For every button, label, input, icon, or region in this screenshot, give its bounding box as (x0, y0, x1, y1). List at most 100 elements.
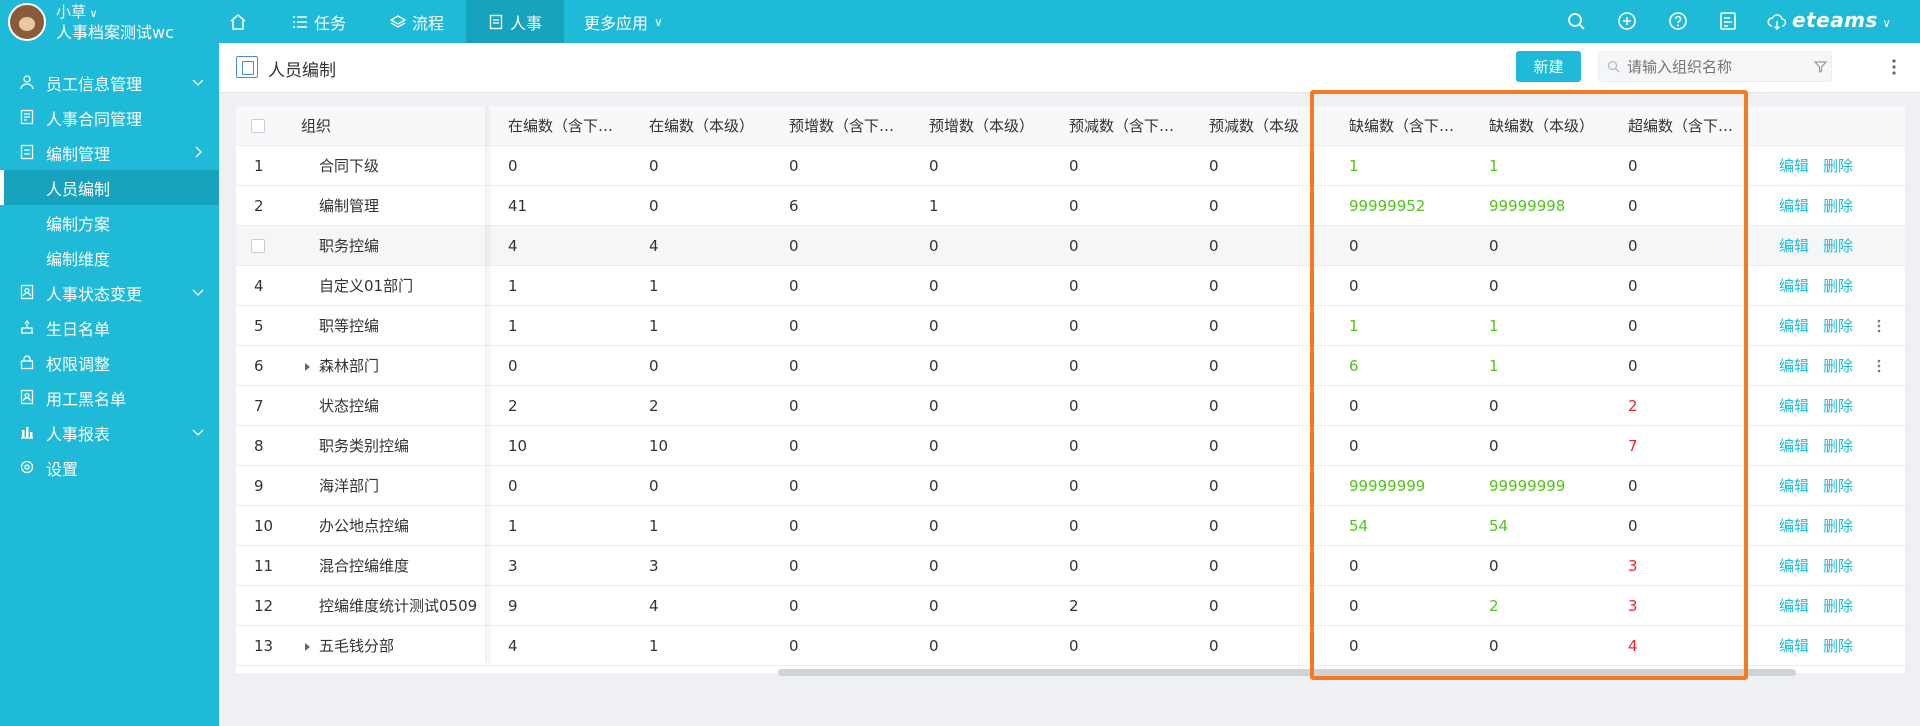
column-header[interactable]: 组织 (301, 106, 476, 146)
cloud-icon[interactable] (1766, 10, 1788, 32)
delete-link[interactable]: 删除 (1823, 586, 1859, 626)
value-cell: 0 (1209, 357, 1219, 375)
sidebar-item-permissions[interactable]: 权限调整 (0, 345, 219, 380)
column-header[interactable]: 预减数（含下… (1069, 106, 1179, 146)
edit-link[interactable]: 编辑 (1779, 386, 1815, 426)
nav-tasks[interactable]: 任务 (292, 0, 346, 43)
sidebar-item-staffing-mgmt[interactable]: 编制管理 (0, 135, 219, 170)
value-cell: 6 (1349, 357, 1359, 375)
add-icon[interactable] (1616, 10, 1638, 32)
delete-link[interactable]: 删除 (1823, 426, 1859, 466)
value-cell: 0 (1628, 237, 1638, 255)
row-number: 4 (254, 277, 264, 295)
row-checkbox[interactable] (251, 239, 265, 253)
sidebar-item-settings[interactable]: 设置 (0, 450, 219, 485)
nav-more-apps[interactable]: 更多应用 ∨ (584, 0, 663, 43)
edit-link[interactable]: 编辑 (1779, 266, 1815, 306)
column-header[interactable]: 在编数（本级） (649, 106, 759, 146)
sidebar-item-staffing[interactable]: 人员编制 (0, 170, 219, 205)
user-name[interactable]: 小草 (56, 3, 86, 21)
expand-caret-icon[interactable] (305, 363, 310, 371)
value-cell: 1 (508, 277, 518, 295)
nav-hr[interactable]: 人事 (466, 0, 564, 43)
sidebar-item-birthday-list[interactable]: 生日名单 (0, 310, 219, 345)
edit-link[interactable]: 编辑 (1779, 226, 1815, 266)
delete-link[interactable]: 删除 (1823, 186, 1859, 226)
column-header[interactable]: 超编数（含下… (1628, 106, 1743, 146)
more-options-icon[interactable] (1886, 55, 1902, 79)
sidebar-item-employee-info[interactable]: 员工信息管理 (0, 65, 219, 100)
horizontal-scrollbar[interactable] (778, 669, 1796, 676)
new-button[interactable]: 新建 (1516, 51, 1581, 82)
edit-link[interactable]: 编辑 (1779, 586, 1815, 626)
column-header[interactable]: 预增数（含下… (789, 106, 899, 146)
value-cell: 0 (1209, 597, 1219, 615)
value-cell: 0 (929, 397, 939, 415)
user-menu[interactable]: 小草 ∨ 人事档案测试wc (8, 2, 174, 42)
value-cell: 0 (1209, 437, 1219, 455)
value-cell: 0 (789, 517, 799, 535)
column-header[interactable]: 预增数（本级） (929, 106, 1039, 146)
search-box (1598, 51, 1832, 82)
value-cell: 0 (789, 477, 799, 495)
edit-link[interactable]: 编辑 (1779, 546, 1815, 586)
delete-link[interactable]: 删除 (1823, 306, 1859, 346)
sidebar-item-staffing-plan[interactable]: 编制方案 (0, 205, 219, 240)
edit-link[interactable]: 编辑 (1779, 186, 1815, 226)
value-cell: 0 (1069, 237, 1079, 255)
sidebar-item-status-change[interactable]: 人事状态变更 (0, 275, 219, 310)
row-number: 2 (254, 197, 264, 215)
edit-link[interactable]: 编辑 (1779, 626, 1815, 666)
delete-link[interactable]: 删除 (1823, 146, 1859, 186)
value-cell: 0 (1209, 197, 1219, 215)
delete-link[interactable]: 删除 (1823, 386, 1859, 426)
person-card-icon (20, 284, 34, 300)
sidebar-item-hr-reports[interactable]: 人事报表 (0, 415, 219, 450)
search-icon[interactable] (1565, 10, 1587, 32)
value-cell: 0 (789, 357, 799, 375)
edit-link[interactable]: 编辑 (1779, 346, 1815, 386)
edit-link[interactable]: 编辑 (1779, 506, 1815, 546)
delete-link[interactable]: 删除 (1823, 506, 1859, 546)
delete-link[interactable]: 删除 (1823, 626, 1859, 666)
help-icon[interactable] (1667, 10, 1689, 32)
search-icon (1607, 60, 1620, 73)
avatar[interactable] (8, 3, 46, 41)
value-cell: 0 (649, 477, 659, 495)
value-cell: 4 (508, 237, 518, 255)
value-cell: 99999999 (1489, 477, 1566, 495)
delete-link[interactable]: 删除 (1823, 466, 1859, 506)
brand-logo[interactable]: eteams ∨ (1792, 8, 1892, 32)
select-all-checkbox[interactable] (251, 119, 265, 133)
nav-workflow[interactable]: 流程 (390, 0, 444, 43)
edit-link[interactable]: 编辑 (1779, 306, 1815, 346)
edit-link[interactable]: 编辑 (1779, 426, 1815, 466)
expand-caret-icon[interactable] (305, 643, 310, 651)
column-header[interactable]: 缺编数（含下… (1349, 106, 1459, 146)
column-header[interactable]: 缺编数（本级） (1489, 106, 1599, 146)
edit-link[interactable]: 编辑 (1779, 146, 1815, 186)
value-cell: 4 (1628, 637, 1638, 655)
column-header[interactable]: 预减数（本级 (1209, 106, 1319, 146)
sidebar-item-staffing-dimension[interactable]: 编制维度 (0, 240, 219, 275)
value-cell: 1 (1349, 317, 1359, 335)
delete-link[interactable]: 删除 (1823, 226, 1859, 266)
filter-button[interactable] (1808, 51, 1832, 82)
row-more-icon[interactable] (1876, 318, 1882, 334)
notes-icon[interactable] (1717, 10, 1739, 32)
row-more-icon[interactable] (1876, 358, 1882, 374)
column-header[interactable]: 在编数（含下… (508, 106, 618, 146)
value-cell: 0 (929, 237, 939, 255)
search-input[interactable] (1625, 56, 1795, 78)
value-cell: 1 (508, 517, 518, 535)
nav-home[interactable] (228, 0, 262, 43)
main-panel: 人员编制 新建 组织在编数（含下… 在编数（本级） 预增数（含下… 预增数（本级） 预减… (219, 43, 1920, 726)
sidebar-item-contracts[interactable]: 人事合同管理 (0, 100, 219, 135)
edit-link[interactable]: 编辑 (1779, 466, 1815, 506)
value-cell: 2 (1069, 597, 1079, 615)
value-cell: 41 (508, 197, 528, 215)
delete-link[interactable]: 删除 (1823, 266, 1859, 306)
delete-link[interactable]: 删除 (1823, 346, 1859, 386)
sidebar-item-blacklist[interactable]: 用工黑名单 (0, 380, 219, 415)
delete-link[interactable]: 删除 (1823, 546, 1859, 586)
